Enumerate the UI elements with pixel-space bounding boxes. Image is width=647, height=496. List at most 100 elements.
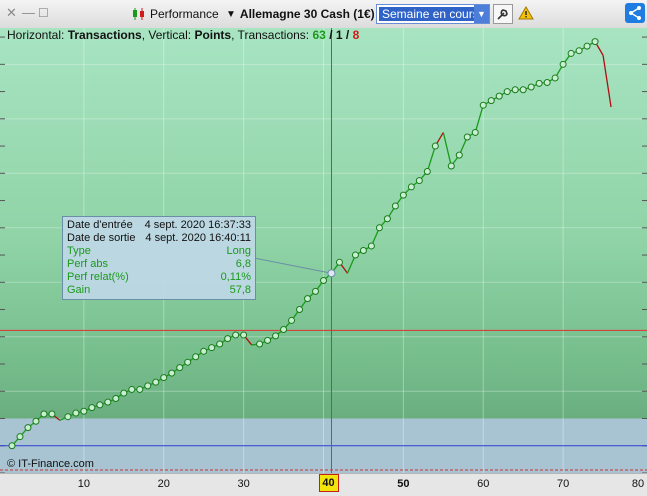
share-icon[interactable]: [625, 3, 645, 23]
entry-label: Date d'entrée: [67, 219, 133, 231]
trade-marker: [88, 404, 96, 412]
trade-marker: [80, 407, 88, 415]
perf-rel-label: Perf relat(%): [67, 271, 129, 283]
trade-marker: [591, 38, 599, 46]
trade-marker: [431, 142, 439, 150]
maximize-icon[interactable]: ☐: [38, 6, 49, 20]
trade-marker: [463, 133, 471, 141]
separator: /: [345, 28, 350, 42]
x-tick-label: 60: [477, 478, 490, 490]
trade-marker: [479, 101, 487, 109]
period-value: Semaine en cours: [379, 7, 482, 21]
trade-marker: [367, 242, 375, 250]
trade-marker: [375, 224, 383, 232]
trade-marker: [527, 83, 535, 91]
trade-marker: [543, 78, 551, 86]
wrench-icon[interactable]: [493, 4, 513, 24]
trade-marker: [351, 251, 359, 259]
trade-marker: [24, 424, 32, 432]
trade-marker: [567, 49, 575, 57]
neutral-count: 1: [335, 28, 343, 42]
instrument-selector[interactable]: ▼ Allemagne 30 Cash (1€): [226, 7, 375, 21]
warning-icon[interactable]: [518, 6, 534, 23]
hovered-point: [327, 269, 336, 278]
trade-marker: [72, 409, 80, 417]
performance-button[interactable]: Performance: [132, 6, 219, 22]
trade-marker: [216, 340, 224, 348]
gain-value: 57,8: [229, 284, 251, 296]
trade-marker: [320, 276, 327, 284]
candlestick-icon: [133, 8, 144, 20]
trade-marker: [559, 60, 567, 68]
trade-marker: [272, 332, 280, 340]
trade-marker: [511, 86, 519, 94]
trade-marker: [415, 177, 423, 185]
trade-marker: [112, 395, 120, 403]
perf-abs-value: 6,8: [235, 258, 251, 270]
instrument-name: Allemagne 30 Cash (1€): [239, 7, 375, 21]
trade-marker: [423, 167, 431, 175]
trade-marker: [160, 374, 168, 382]
trade-marker: [96, 401, 104, 409]
horizontal-value: Transactions: [67, 28, 142, 42]
vertical-label: , Vertical:: [141, 28, 192, 42]
performance-label: Performance: [150, 7, 219, 21]
trade-marker: [128, 385, 136, 393]
trade-marker: [240, 331, 248, 339]
trade-marker: [575, 47, 583, 55]
perf-abs-label: Perf abs: [67, 258, 108, 270]
trade-marker: [224, 335, 232, 343]
trade-marker: [136, 385, 144, 393]
trade-tooltip: Date d'entrée 4 sept. 2020 16:37:33 Date …: [62, 216, 256, 300]
entry-value: 4 sept. 2020 16:37:33: [144, 219, 251, 231]
win-count: 63: [312, 28, 326, 42]
loss-count: 8: [352, 28, 360, 42]
trade-marker: [495, 92, 503, 100]
gain-label: Gain: [67, 284, 91, 296]
horizontal-label: Horizontal:: [7, 28, 65, 42]
trade-marker: [312, 287, 320, 295]
trade-marker: [304, 295, 312, 303]
trade-marker: [407, 183, 415, 191]
trade-marker: [192, 353, 200, 361]
trade-marker: [383, 215, 391, 223]
trade-marker: [184, 358, 192, 366]
trade-marker: [455, 151, 463, 159]
trade-marker: [176, 364, 184, 372]
type-label: Type: [67, 245, 91, 257]
trade-marker: [32, 417, 40, 425]
trade-marker: [200, 347, 208, 355]
period-select[interactable]: Semaine en cours ▼: [376, 4, 490, 24]
minimize-icon[interactable]: —: [22, 6, 35, 20]
trade-marker: [232, 331, 240, 339]
trade-marker: [144, 382, 152, 390]
trade-marker: [40, 410, 48, 418]
trade-marker: [8, 442, 16, 450]
trade-marker: [48, 410, 56, 418]
trade-marker: [335, 258, 343, 266]
trade-marker: [280, 326, 288, 334]
type-value: Long: [226, 245, 251, 257]
trade-marker: [152, 378, 160, 386]
trade-marker: [256, 340, 264, 348]
trade-marker: [296, 306, 304, 314]
x-tick-label: 10: [77, 478, 90, 490]
trade-marker: [583, 42, 591, 50]
transactions-label: , Transactions:: [231, 28, 310, 42]
trade-marker: [104, 398, 112, 406]
dropdown-icon: ▼: [226, 8, 236, 20]
exit-value: 4 sept. 2020 16:40:11: [145, 232, 251, 244]
trade-marker: [16, 433, 24, 441]
trade-marker: [264, 336, 272, 344]
trade-marker: [399, 191, 407, 199]
trade-marker: [288, 316, 296, 324]
close-icon[interactable]: ✕: [6, 6, 17, 20]
x-tick-label: 80: [631, 478, 645, 490]
chevron-down-icon[interactable]: ▼: [474, 5, 489, 23]
x-tick-label: 20: [157, 478, 170, 490]
trade-marker: [551, 74, 559, 82]
vertical-value: Points: [194, 28, 232, 42]
trade-marker: [359, 247, 367, 254]
trade-marker: [64, 413, 72, 421]
x-tick-label: 50: [397, 478, 410, 490]
